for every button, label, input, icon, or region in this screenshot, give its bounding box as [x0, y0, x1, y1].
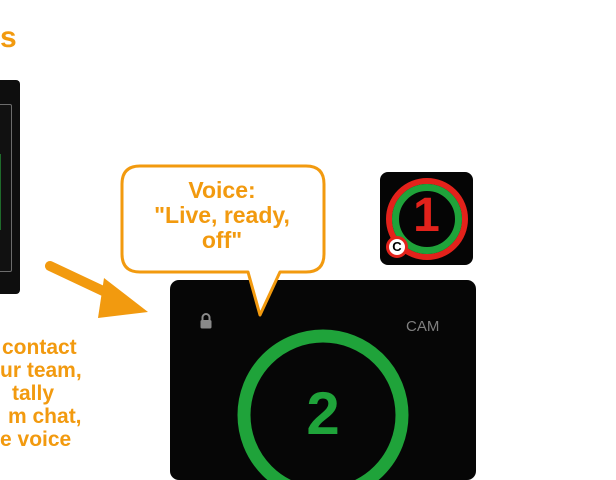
- speech-bubble-text: Voice: "Live, ready, off": [122, 178, 322, 253]
- bubble-line: Voice:: [188, 177, 256, 203]
- bubble-line: "Live, ready,: [154, 202, 290, 228]
- bubble-line: off": [201, 227, 243, 253]
